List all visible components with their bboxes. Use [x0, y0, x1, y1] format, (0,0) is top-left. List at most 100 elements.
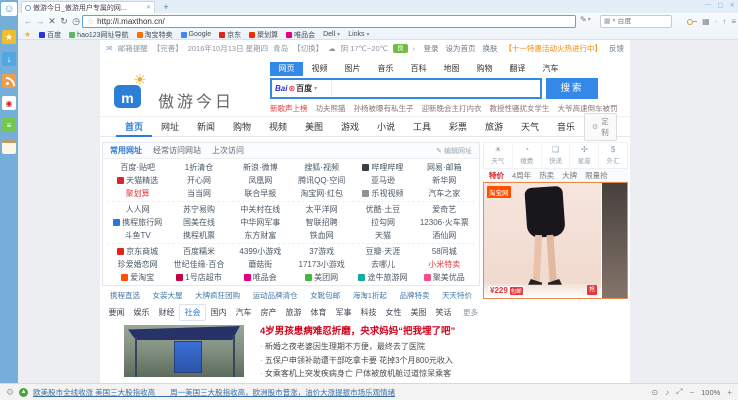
- site-link[interactable]: 人人网: [107, 204, 168, 215]
- news-tab-财经[interactable]: 财经: [154, 305, 179, 320]
- customize-button[interactable]: ⚙ 定制: [584, 113, 617, 141]
- news-tab-要闻[interactable]: 要闻: [104, 305, 129, 320]
- promo-link[interactable]: 品牌特卖: [399, 290, 429, 302]
- complete-profile-link[interactable]: 【完善】: [153, 43, 183, 54]
- news-item-link[interactable]: 女乘客机上突发疾病身亡 尸体被放机舱过道惊呆乘客: [260, 367, 478, 381]
- sites-tab-last-visit[interactable]: 上次访问: [212, 145, 244, 156]
- bookmark-item[interactable]: 百度: [39, 30, 61, 40]
- news-tab-女性[interactable]: 女性: [381, 305, 406, 320]
- zoom-out-button[interactable]: −: [689, 388, 694, 397]
- minimize-button[interactable]: —: [705, 1, 712, 9]
- ad-buy-icon[interactable]: 抢: [587, 285, 597, 295]
- maxthon-logo-icon[interactable]: ☺: [1, 2, 17, 16]
- site-link[interactable]: 拉勾网: [352, 217, 413, 228]
- site-link[interactable]: 国美在线: [168, 217, 229, 228]
- site-link[interactable]: 苏宁易购: [168, 204, 229, 215]
- site-link[interactable]: 12306·火车票: [414, 217, 475, 228]
- news-tab-房产[interactable]: 房产: [256, 305, 281, 320]
- site-link[interactable]: 蘑菇街: [230, 259, 291, 270]
- site-link[interactable]: 去哪儿: [352, 259, 413, 270]
- switch-city-link[interactable]: 【切换】: [293, 43, 323, 54]
- news-tab-科技[interactable]: 科技: [356, 305, 381, 320]
- news-tab-娱乐[interactable]: 娱乐: [129, 305, 154, 320]
- history-button[interactable]: ◷: [70, 16, 82, 27]
- nav-tab-音乐[interactable]: 音乐: [548, 117, 584, 137]
- infobar-link[interactable]: 换肤: [483, 43, 498, 54]
- promo-link[interactable]: 海淘1折起: [353, 290, 387, 302]
- site-link[interactable]: 汽车之家: [414, 188, 475, 199]
- hot-word[interactable]: 功夫熊猫: [316, 103, 346, 114]
- site-link[interactable]: 新华网: [414, 175, 475, 186]
- site-link[interactable]: 天猫: [352, 230, 413, 241]
- back-button[interactable]: ←: [22, 16, 34, 26]
- promo-link[interactable]: 天天特价: [442, 290, 472, 302]
- favorites-star-icon[interactable]: ★: [2, 30, 16, 44]
- bookmark-item[interactable]: 淘宝特卖: [137, 30, 173, 40]
- site-link[interactable]: 1折清仓: [168, 162, 229, 173]
- news-item-link[interactable]: 新婚之夜老婆因生理期不方便，最终去了医院: [260, 340, 478, 354]
- nav-tab-首页[interactable]: 首页: [116, 117, 152, 137]
- news-thumbnail[interactable]: [124, 325, 244, 377]
- news-headline-link[interactable]: 4岁男孩患病难忍折磨，央求妈妈“把我埋了吧”: [260, 323, 478, 337]
- quick-search-input[interactable]: [617, 18, 657, 25]
- weather-more-chevron[interactable]: ›: [413, 44, 416, 53]
- site-link[interactable]: 珍爱婚恋网: [107, 259, 168, 270]
- site-link[interactable]: 搜狐·视频: [291, 162, 352, 173]
- hot-word[interactable]: 教授性骚扰女学生: [490, 103, 550, 114]
- site-link[interactable]: 京东商城: [107, 246, 168, 257]
- bookmark-item[interactable]: Links▾: [348, 31, 369, 38]
- refresh-button[interactable]: ↻: [58, 16, 70, 27]
- nav-tab-工具[interactable]: 工具: [404, 117, 440, 137]
- site-link[interactable]: 太平洋网: [291, 204, 352, 215]
- downloads-icon[interactable]: ↓: [2, 52, 16, 66]
- promo-link[interactable]: 女装大屋: [153, 290, 183, 302]
- infobar-link[interactable]: 登录: [424, 43, 439, 54]
- hot-word[interactable]: 新歌声上榜: [270, 103, 308, 114]
- site-link[interactable]: 17173小游戏: [291, 259, 352, 270]
- site-link[interactable]: 携程旅行网: [107, 217, 168, 228]
- weibo-icon[interactable]: ◉: [2, 96, 16, 110]
- nav-tab-旅游[interactable]: 旅游: [476, 117, 512, 137]
- search-tab-翻译[interactable]: 翻译: [501, 62, 534, 76]
- site-link[interactable]: 美团网: [291, 272, 352, 283]
- bookmark-item[interactable]: 聚划算: [249, 30, 278, 40]
- bookmark-page-icon[interactable]: ☆: [87, 17, 94, 26]
- news-tab-汽车[interactable]: 汽车: [231, 305, 256, 320]
- site-link[interactable]: 凤凰网: [230, 175, 291, 186]
- site-link[interactable]: 当当网: [168, 188, 229, 199]
- news-tab-军事[interactable]: 军事: [331, 305, 356, 320]
- settings-gear-icon[interactable]: ⚙: [6, 387, 14, 398]
- close-window-button[interactable]: ✕: [730, 1, 735, 9]
- search-input[interactable]: [332, 82, 540, 96]
- fullscreen-icon[interactable]: ⤢: [676, 387, 682, 397]
- site-link[interactable]: 聚美优品: [414, 272, 475, 283]
- sites-tab-common[interactable]: 常用网址: [110, 145, 142, 156]
- search-button[interactable]: 搜索: [546, 78, 598, 99]
- upload-icon[interactable]: ↑: [722, 17, 726, 26]
- site-link[interactable]: 优酷·土豆: [352, 204, 413, 215]
- site-link[interactable]: 58同城: [414, 246, 475, 257]
- site-link[interactable]: 聚划算: [107, 188, 168, 199]
- infobar-link[interactable]: 反馈: [609, 43, 624, 54]
- site-link[interactable]: 东方财富: [230, 230, 291, 241]
- news-tab-美图[interactable]: 美图: [406, 305, 431, 320]
- stop-button[interactable]: ✕: [46, 16, 58, 27]
- search-tab-购物[interactable]: 购物: [468, 62, 501, 76]
- maximize-button[interactable]: ▢: [717, 1, 723, 9]
- nav-tab-购物[interactable]: 购物: [224, 117, 260, 137]
- nav-tab-美图[interactable]: 美图: [296, 117, 332, 137]
- news-tab-体育[interactable]: 体育: [306, 305, 331, 320]
- infobar-link[interactable]: 【十一特惠活动火热进行中】: [505, 43, 603, 54]
- bookmark-item[interactable]: Dell▾: [323, 31, 340, 38]
- infobar-link[interactable]: 设为首页: [446, 43, 476, 54]
- site-link[interactable]: 新浪·微博: [230, 162, 291, 173]
- bookmarks-star-icon[interactable]: ★: [24, 30, 31, 39]
- site-link[interactable]: 小米特卖: [414, 259, 475, 270]
- site-link[interactable]: 天猫精选: [107, 175, 168, 186]
- site-link[interactable]: 豆瓣·天涯: [352, 246, 413, 257]
- sound-icon[interactable]: ♪: [665, 388, 669, 397]
- ad-tab-限量抢[interactable]: 限量抢: [585, 170, 608, 181]
- news-tab-国内[interactable]: 国内: [206, 305, 231, 320]
- promo-link[interactable]: 运动品牌清仓: [253, 290, 298, 302]
- forward-button[interactable]: →: [34, 16, 46, 26]
